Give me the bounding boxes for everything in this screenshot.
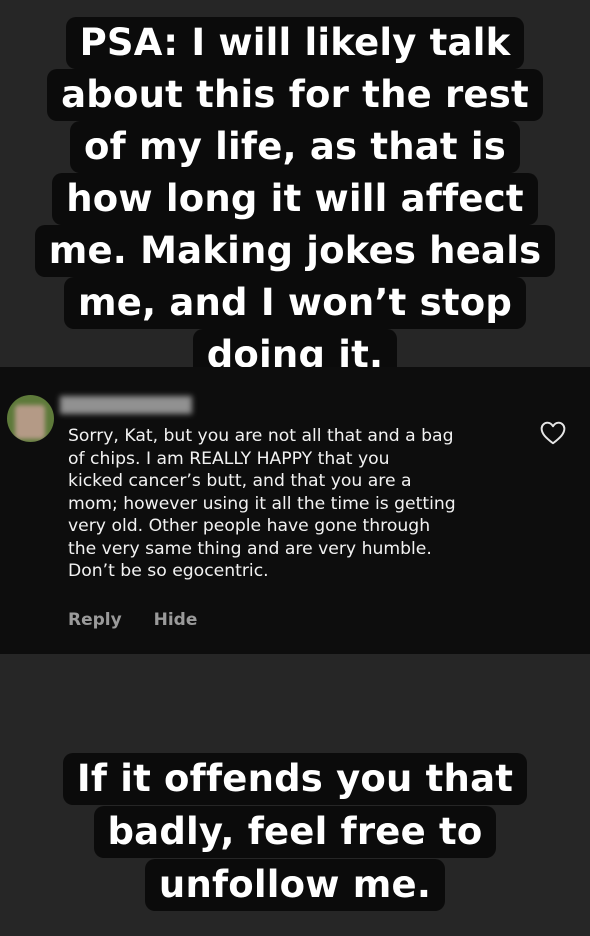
- caption-line: unfollow me.: [144, 859, 446, 911]
- caption-line: me, and I won’t stop: [63, 277, 527, 329]
- heart-icon[interactable]: [540, 421, 566, 445]
- bottom-caption: If it offends you that badly, feel free …: [0, 753, 590, 912]
- caption-line: about this for the rest: [47, 69, 543, 121]
- caption-line: badly, feel free to: [93, 806, 497, 858]
- comment-card: Sorry, Kat, but you are not all that and…: [0, 367, 590, 654]
- caption-line: me. Making jokes heals: [34, 225, 556, 277]
- comment-line: mom; however using it all the time is ge…: [68, 493, 456, 514]
- avatar-blurred-face: [15, 405, 45, 439]
- reply-button[interactable]: Reply: [68, 610, 122, 630]
- top-caption: PSA: I will likely talk about this for t…: [0, 0, 590, 381]
- caption-line: If it offends you that: [62, 753, 528, 805]
- caption-line: PSA: I will likely talk: [65, 17, 525, 69]
- caption-line: of my life, as that is: [70, 121, 520, 173]
- comment-actions: Reply Hide: [68, 610, 223, 630]
- comment-line: of chips. I am REALLY HAPPY that you: [68, 448, 390, 469]
- comment-body: Sorry, Kat, but you are not all that and…: [68, 425, 518, 583]
- comment-line: kicked cancer’s butt, and that you are a: [68, 471, 412, 491]
- hide-button[interactable]: Hide: [154, 610, 198, 630]
- comment-line: the very same thing and are very humble.: [68, 538, 432, 559]
- comment-line: very old. Other people have gone through: [68, 516, 431, 536]
- comment-line: Don’t be so egocentric.: [68, 561, 269, 581]
- story-viewer: PSA: I will likely talk about this for t…: [0, 0, 590, 936]
- username-redacted[interactable]: [60, 396, 192, 414]
- caption-line: how long it will affect: [52, 173, 538, 225]
- avatar[interactable]: [7, 395, 54, 442]
- comment-line: Sorry, Kat, but you are not all that and…: [68, 426, 454, 446]
